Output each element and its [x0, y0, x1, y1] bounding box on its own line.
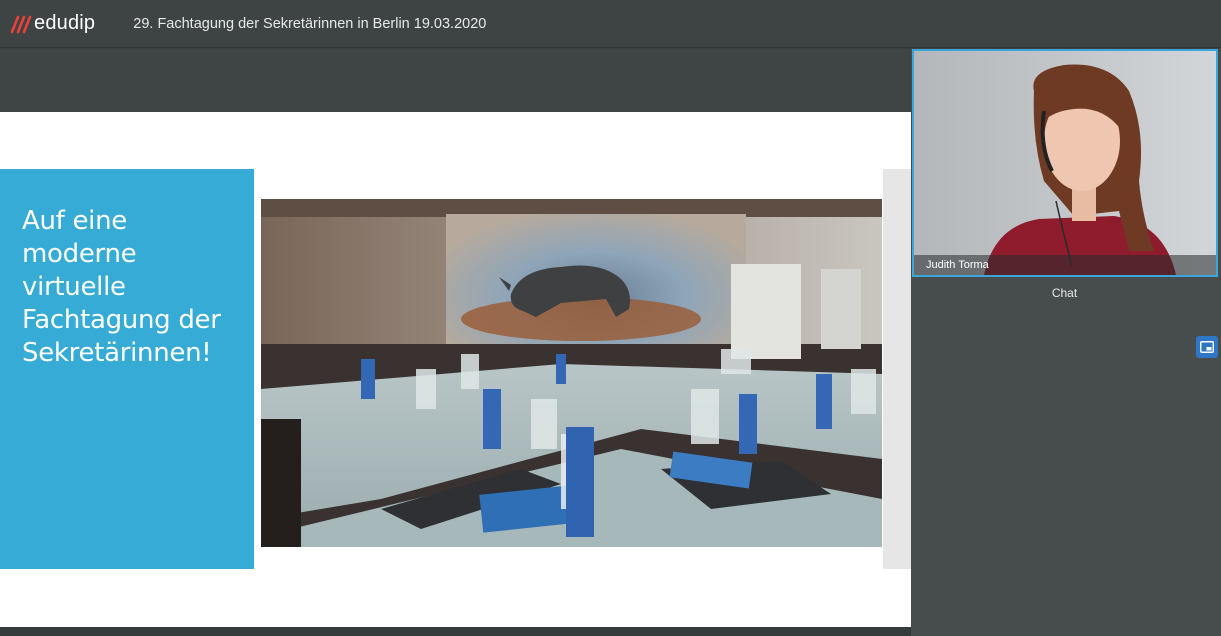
slide-heading-line: virtuelle — [22, 272, 126, 302]
popout-window-icon — [1200, 341, 1214, 353]
conference-room-photo — [261, 199, 882, 547]
side-panel: Judith Torma Chat — [911, 49, 1221, 636]
top-bar: edudip 29. Fachtagung der Sekretärinnen … — [0, 0, 1221, 48]
brand-name: edudip — [34, 12, 96, 34]
participant-name-tag: Judith Torma — [914, 255, 1216, 275]
slide-heading-line: moderne — [22, 239, 137, 269]
slide-heading-line: Sekretärinnen! — [22, 338, 212, 368]
slide-heading: Auf eine moderne virtuelle Fachtagung de… — [22, 205, 247, 370]
slide-heading-line: Fachtagung der — [22, 305, 221, 335]
slide-heading-line: Auf eine — [22, 206, 127, 236]
presentation-stage: Auf eine moderne virtuelle Fachtagung de… — [0, 49, 911, 636]
event-title: 29. Fachtagung der Sekretärinnen in Berl… — [133, 15, 487, 32]
slide-edge — [883, 169, 911, 569]
popout-button[interactable] — [1196, 336, 1218, 358]
presentation-slide: Auf eine moderne virtuelle Fachtagung de… — [0, 112, 911, 627]
edudip-logo[interactable]: edudip — [10, 0, 95, 48]
bottom-strip — [0, 627, 911, 636]
slide-title-band: Auf eine moderne virtuelle Fachtagung de… — [0, 169, 254, 569]
presenter-video[interactable]: Judith Torma — [912, 49, 1218, 277]
chat-label[interactable]: Chat — [911, 286, 1218, 300]
edudip-logo-mark-icon — [10, 15, 32, 33]
